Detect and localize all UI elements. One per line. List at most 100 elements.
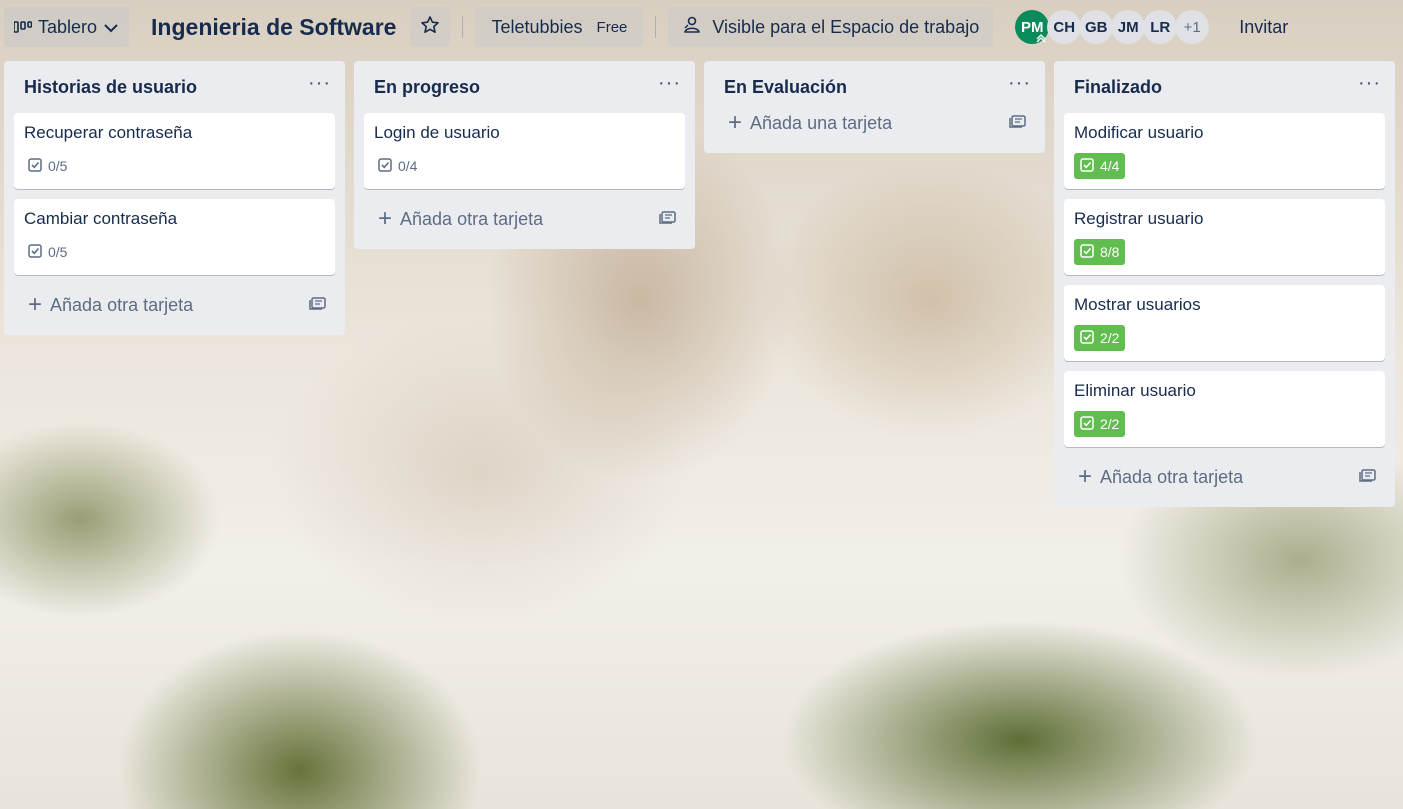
checklist-icon <box>1080 415 1094 433</box>
list[interactable]: En progreso ··· Login de usuario 0/4 + Añada … <box>354 61 695 249</box>
checklist-badge: 8/8 <box>1074 239 1126 265</box>
plus-icon: + <box>378 205 393 232</box>
card-title: Modificar usuario <box>1074 123 1204 142</box>
chevron-down-icon <box>103 17 119 38</box>
checklist-icon <box>1080 157 1094 175</box>
list[interactable]: Historias de usuario ··· Recuperar contras… <box>4 61 345 335</box>
card[interactable]: Cambiar contraseña 0/5 <box>14 199 335 275</box>
card[interactable]: Eliminar usuario 2/2 <box>1064 371 1385 447</box>
create-from-template-icon[interactable] <box>1359 467 1377 488</box>
plus-icon: + <box>728 109 743 136</box>
board-header: Tablero Ingenieria de Software Teletubbi… <box>0 0 1403 54</box>
list-header: En progreso ··· <box>364 61 685 113</box>
more-members-button[interactable]: +1 <box>1175 10 1210 44</box>
add-card-button[interactable]: + Añada otra tarjeta <box>14 285 335 325</box>
plus-icon: + <box>1078 463 1093 490</box>
list-menu-button[interactable]: ··· <box>308 73 331 96</box>
view-switcher-button[interactable]: Tablero <box>4 7 130 47</box>
add-card-label-group: + Añada otra tarjeta <box>378 205 544 232</box>
card-title: Recuperar contraseña <box>24 123 193 142</box>
workspace-button[interactable]: Teletubbies Free <box>475 7 644 47</box>
add-card-label-group: + Añada otra tarjeta <box>28 291 194 318</box>
checklist-icon <box>1080 329 1094 347</box>
list-title[interactable]: Historias de usuario <box>24 77 197 98</box>
list-title[interactable]: En progreso <box>374 77 480 98</box>
list-menu-button[interactable]: ··· <box>658 73 681 96</box>
avatar-initials: JM <box>1117 18 1139 36</box>
avatar[interactable]: CH <box>1047 10 1082 44</box>
add-card-label-group: + Añada otra tarjeta <box>1078 463 1244 490</box>
add-card-button[interactable]: + Añada otra tarjeta <box>364 199 685 239</box>
workspace-name: Teletubbies <box>491 16 583 37</box>
list-menu-button[interactable]: ··· <box>1358 73 1381 96</box>
visibility-label: Visible para el Espacio de trabajo <box>712 16 980 37</box>
checklist-count: 0/5 <box>48 244 68 260</box>
avatar[interactable]: PM <box>1015 10 1050 44</box>
board-view-icon <box>13 17 33 38</box>
checklist-icon <box>28 243 42 261</box>
workspace-plan-badge: Free <box>596 18 628 36</box>
avatar[interactable]: JM <box>1111 10 1146 44</box>
add-card-button[interactable]: + Añada otra tarjeta <box>1064 457 1385 497</box>
card[interactable]: Recuperar contraseña 0/5 <box>14 113 335 189</box>
add-card-label-group: + Añada una tarjeta <box>728 109 893 136</box>
add-card-label: Añada otra tarjeta <box>400 208 544 229</box>
checklist-badge: 0/5 <box>24 153 71 179</box>
checklist-count: 2/2 <box>1100 416 1120 432</box>
list-title[interactable]: Finalizado <box>1074 77 1162 98</box>
checklist-count: 0/5 <box>48 158 68 174</box>
checklist-badge: 2/2 <box>1074 325 1126 351</box>
card[interactable]: Modificar usuario 4/4 <box>1064 113 1385 189</box>
card[interactable]: Login de usuario 0/4 <box>364 113 685 189</box>
create-from-template-icon[interactable] <box>309 295 327 316</box>
divider <box>655 16 657 38</box>
avatar[interactable]: LR <box>1143 10 1178 44</box>
admin-chevron-icon <box>1035 34 1047 44</box>
card-title: Eliminar usuario <box>1074 381 1196 400</box>
checklist-icon <box>1080 243 1094 261</box>
more-members-count: +1 <box>1183 18 1201 36</box>
list-header: Finalizado ··· <box>1064 61 1385 113</box>
checklist-icon <box>378 157 392 175</box>
checklist-badge: 4/4 <box>1074 153 1126 179</box>
add-card-button[interactable]: + Añada una tarjeta <box>714 103 1035 143</box>
list-header: Historias de usuario ··· <box>14 61 335 113</box>
checklist-count: 8/8 <box>1100 244 1120 260</box>
avatar[interactable]: GB <box>1079 10 1114 44</box>
create-from-template-icon[interactable] <box>1009 113 1027 134</box>
checklist-icon <box>28 157 42 175</box>
add-card-label: Añada una tarjeta <box>750 112 893 133</box>
checklist-count: 2/2 <box>1100 330 1120 346</box>
checklist-count: 0/4 <box>398 158 418 174</box>
checklist-badge: 0/5 <box>24 239 71 265</box>
card-title: Login de usuario <box>374 123 500 142</box>
workspace-visibility-icon <box>682 15 702 40</box>
checklist-badge: 2/2 <box>1074 411 1126 437</box>
star-icon <box>420 15 440 40</box>
list-title[interactable]: En Evaluación <box>724 77 847 98</box>
checklist-count: 4/4 <box>1100 158 1120 174</box>
view-label: Tablero <box>38 16 98 37</box>
avatar-initials: CH <box>1053 18 1076 36</box>
board-title[interactable]: Ingenieria de Software <box>137 7 410 47</box>
card-title: Registrar usuario <box>1074 209 1204 228</box>
list[interactable]: Finalizado ··· Modificar usuario 4/4 Registr… <box>1054 61 1395 507</box>
star-board-button[interactable] <box>410 7 451 47</box>
invite-button[interactable]: Invitar <box>1225 7 1302 47</box>
avatar-initials: PM <box>1020 18 1044 36</box>
visibility-button[interactable]: Visible para el Espacio de trabajo <box>668 7 994 47</box>
checklist-badge: 0/4 <box>374 153 421 179</box>
list-menu-button[interactable]: ··· <box>1008 73 1031 96</box>
card-title: Cambiar contraseña <box>24 209 178 228</box>
plus-icon: + <box>28 291 43 318</box>
add-card-label: Añada otra tarjeta <box>1100 466 1244 487</box>
list[interactable]: En Evaluación ··· + Añada una tarjeta <box>704 61 1045 153</box>
add-card-label: Añada otra tarjeta <box>50 294 194 315</box>
card-title: Mostrar usuarios <box>1074 295 1201 314</box>
card[interactable]: Mostrar usuarios 2/2 <box>1064 285 1385 361</box>
create-from-template-icon[interactable] <box>659 209 677 230</box>
card[interactable]: Registrar usuario 8/8 <box>1064 199 1385 275</box>
avatar-initials: GB <box>1084 18 1108 36</box>
board-members: PM CH GB JM LR +1 <box>1015 10 1210 44</box>
avatar-initials: LR <box>1150 18 1171 36</box>
